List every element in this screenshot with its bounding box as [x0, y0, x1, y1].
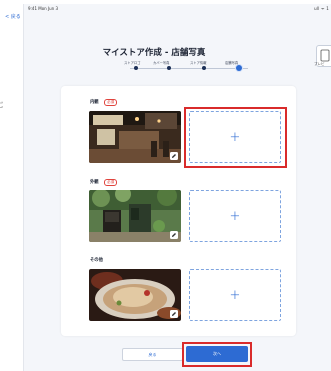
screenshot: 11 9:41 Mon Jun 3 ull ᯤ 1 < 戻る マイストア作成 -…	[0, 0, 331, 371]
add-exterior-photo-slot[interactable]: +	[189, 190, 281, 242]
section-label-other: その他	[90, 258, 103, 263]
back-link[interactable]: < 戻る	[5, 13, 21, 20]
required-badge-interior: 必須	[104, 98, 118, 106]
back-label: < 戻る	[5, 14, 21, 20]
section-label-interior: 内観	[90, 100, 99, 105]
back-button-label: 戻る	[148, 351, 157, 357]
edit-other-photo-button[interactable]	[170, 310, 178, 318]
step-dot-logo	[134, 66, 138, 70]
status-time: 9:41 Mon Jun 3	[28, 6, 59, 11]
highlight-box-interior-slot	[184, 107, 287, 168]
edit-exterior-photo-button[interactable]	[170, 231, 178, 239]
required-badge-exterior: 必須	[104, 178, 118, 186]
stepper-track	[130, 67, 248, 69]
plus-icon: +	[229, 208, 241, 224]
edit-interior-photo-button[interactable]	[170, 152, 178, 160]
progress-stepper	[130, 65, 248, 71]
step-label-info: ストア情報	[190, 61, 207, 65]
other-photo	[89, 269, 181, 321]
food-dish-image	[89, 269, 181, 321]
back-button[interactable]: 戻る	[122, 348, 183, 361]
highlight-box-next-button	[182, 342, 252, 367]
preview-label: プレビ	[314, 62, 325, 66]
pencil-icon	[172, 154, 176, 158]
step-label-logo: ストアロゴ	[124, 61, 141, 65]
status-indicators: ull ᯤ 1	[314, 6, 329, 11]
page-title: マイストア作成 - 店舗写真	[102, 48, 206, 58]
step-label-photos: 店舗写真	[225, 61, 239, 65]
side-page-number: 11	[0, 101, 3, 110]
storefront-exterior-image	[89, 190, 181, 242]
step-label-cover: カバー写真	[153, 61, 170, 65]
step-dot-photos-current	[236, 65, 242, 71]
pencil-icon	[172, 312, 176, 316]
add-other-photo-slot[interactable]: +	[189, 269, 281, 321]
exterior-photo	[89, 190, 181, 242]
section-label-exterior: 外観	[90, 180, 99, 185]
step-dot-cover	[167, 66, 171, 70]
interior-photo	[89, 111, 181, 163]
cafe-interior-image	[89, 111, 181, 163]
pencil-icon	[172, 233, 176, 237]
step-dot-info	[202, 66, 206, 70]
plus-icon: +	[229, 287, 241, 303]
